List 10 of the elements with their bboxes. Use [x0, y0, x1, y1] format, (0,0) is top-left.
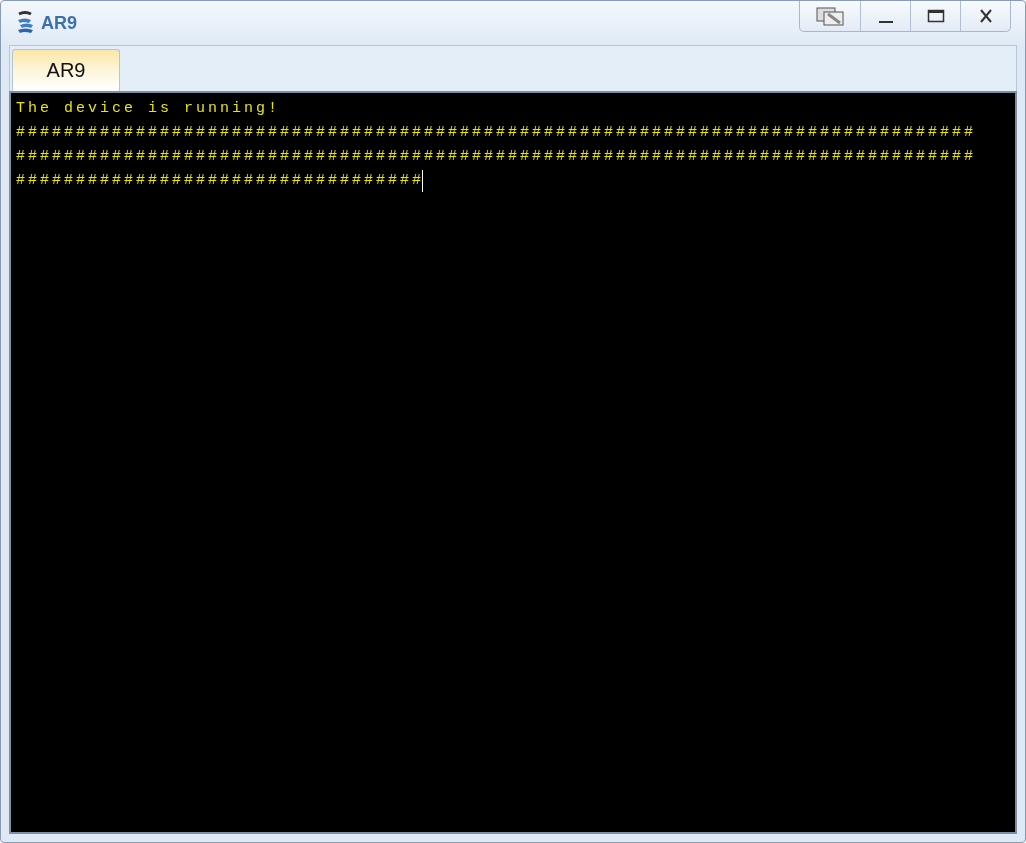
window-title: AR9	[41, 12, 77, 34]
terminal-line: ################################################################################	[16, 147, 978, 167]
close-icon	[977, 8, 994, 24]
maximize-icon	[926, 8, 945, 24]
terminal-line: ##################################	[16, 171, 425, 191]
minimize-icon	[878, 21, 893, 23]
tab[interactable]: AR9	[12, 49, 120, 91]
terminal-line: ################################################################################	[16, 123, 978, 143]
restore-icon	[815, 6, 845, 26]
terminal-line: The device is running!	[16, 99, 282, 119]
